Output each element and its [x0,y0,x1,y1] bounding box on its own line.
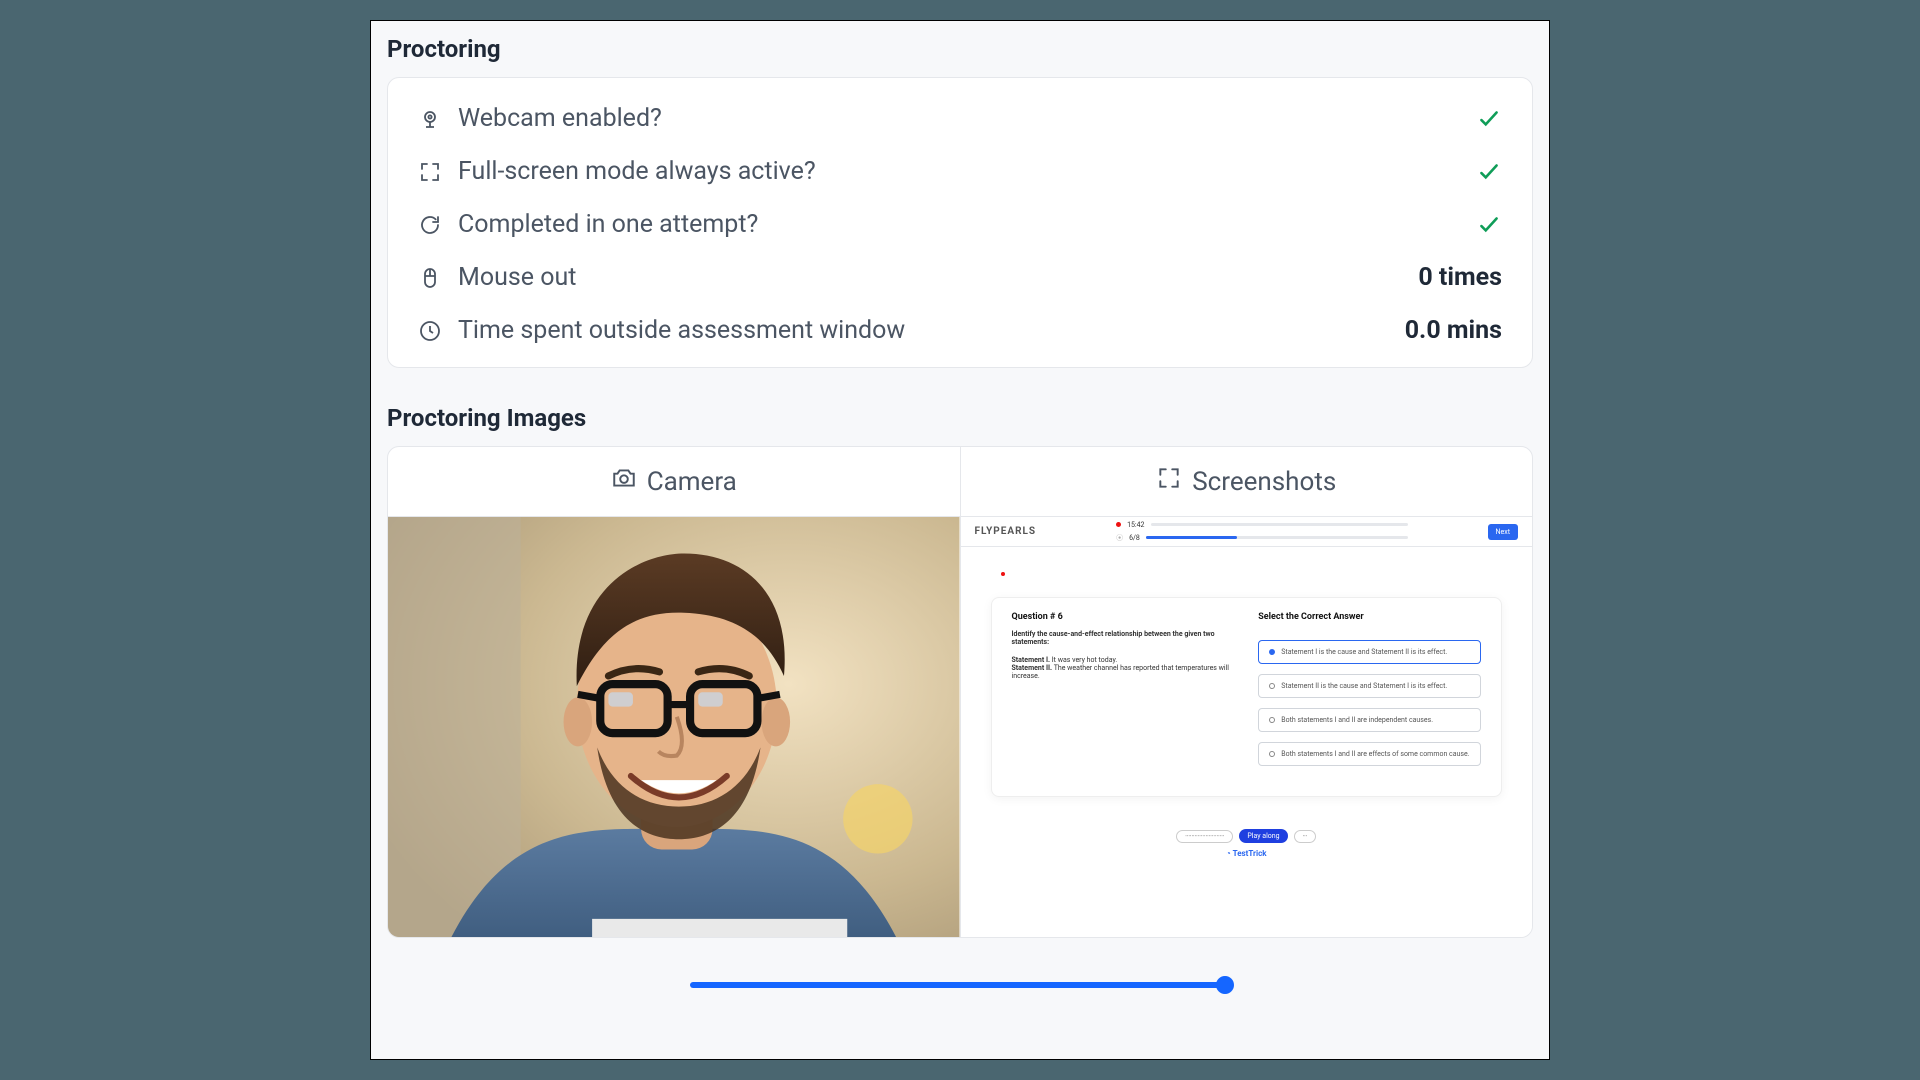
row-label: Webcam enabled? [458,104,1476,133]
row-label: Full-screen mode always active? [458,157,1476,186]
camera-icon [611,465,637,498]
check-icon [1476,212,1502,238]
slider-track [690,982,1230,988]
check-row-webcam: Webcam enabled? [418,92,1502,145]
timeline-slider[interactable] [690,978,1230,992]
proctoring-panel: Proctoring Webcam enabled? Full-screen m… [370,20,1550,1060]
screenshot-timer: 15:42 [1127,521,1144,529]
screenshot-option: Statement I is the cause and Statement I… [1258,640,1481,664]
check-row-mouseout: Mouse out 0 times [418,251,1502,304]
screenshot-footer-brand: ◔ TestTrick [991,849,1503,858]
section-title-proctoring: Proctoring [387,35,1533,63]
camera-image[interactable] [388,517,961,937]
images-tabs: Camera Screenshots [388,447,1532,517]
screenshot-question-heading: Question # 6 [1012,612,1235,622]
refresh-icon [418,213,442,237]
screenshot-option: Both statements I and II are independent… [1258,708,1481,732]
tab-label: Camera [647,467,737,497]
screenshot-option: Both statements I and II are effects of … [1258,742,1481,766]
screenshot-icon [1156,465,1182,498]
screenshot-qcount: 6/8 [1129,534,1140,542]
section-title-images: Proctoring Images [387,404,1533,432]
row-label: Completed in one attempt? [458,210,1476,239]
screenshot-brand: FLYPEARLS [975,526,1037,537]
check-icon [1476,106,1502,132]
row-value: 0 times [1418,263,1502,292]
screenshot-prompt: Identify the cause-and-effect relationsh… [1012,630,1235,646]
mouse-icon [418,266,442,290]
fullscreen-icon [418,160,442,184]
proctoring-images-card: Camera Screenshots [387,446,1533,938]
webcam-icon [418,107,442,131]
proctoring-checks-card: Webcam enabled? Full-screen mode always … [387,77,1533,368]
check-row-fullscreen: Full-screen mode always active? [418,145,1502,198]
tab-label: Screenshots [1192,467,1336,497]
check-row-time-outside: Time spent outside assessment window 0.0… [418,304,1502,357]
screenshot-pill: Play along [1239,829,1287,843]
images-row: FLYPEARLS 15:42 ⦿6/8 Next Question # 6 I… [388,517,1532,937]
screenshot-answer-heading: Select the Correct Answer [1258,612,1481,622]
check-icon [1476,159,1502,185]
row-label: Time spent outside assessment window [458,316,1405,345]
row-label: Mouse out [458,263,1418,292]
slider-thumb[interactable] [1216,976,1234,994]
screenshot-next: Next [1488,524,1518,540]
screenshot-content: FLYPEARLS 15:42 ⦿6/8 Next Question # 6 I… [961,517,1533,937]
check-row-attempt: Completed in one attempt? [418,198,1502,251]
clock-icon [418,319,442,343]
timeline-slider-wrap [387,938,1533,992]
screenshot-option: Statement II is the cause and Statement … [1258,674,1481,698]
tab-screenshots[interactable]: Screenshots [960,447,1533,516]
tab-camera[interactable]: Camera [388,447,960,516]
row-value: 0.0 mins [1405,316,1502,345]
screenshot-image[interactable]: FLYPEARLS 15:42 ⦿6/8 Next Question # 6 I… [961,517,1533,937]
